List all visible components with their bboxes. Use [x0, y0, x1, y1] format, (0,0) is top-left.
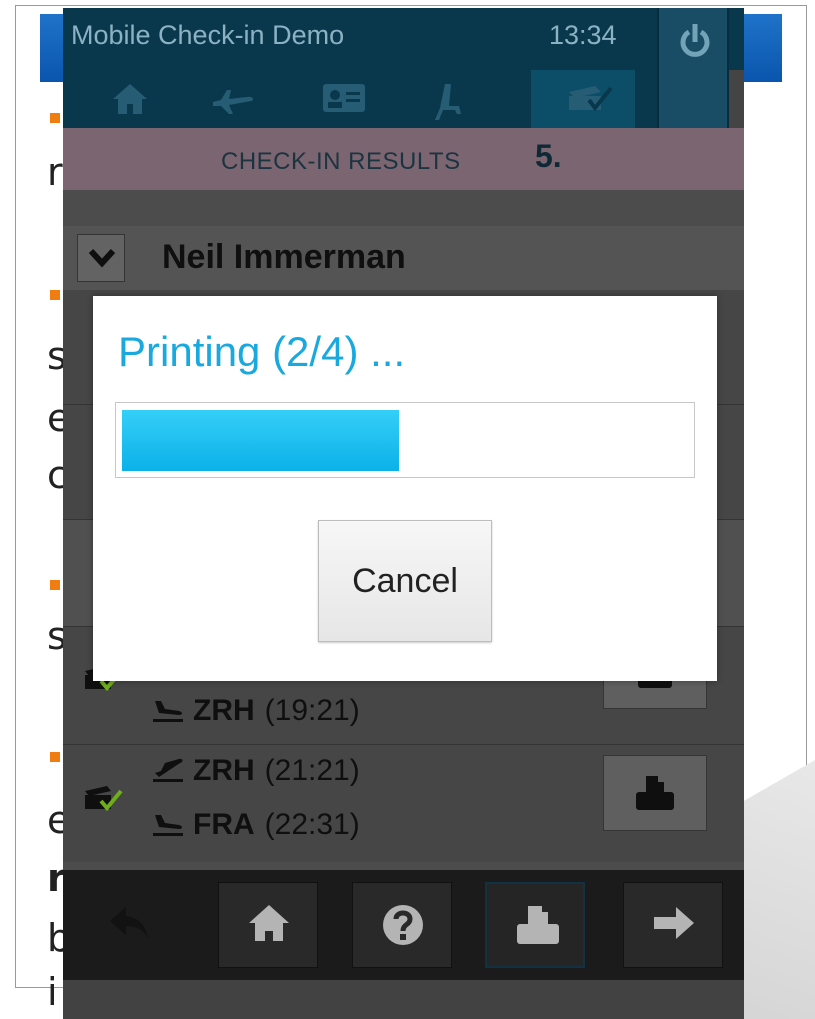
- dialog-title: Printing (2/4) ...: [118, 328, 406, 375]
- departure-line: ZRH (21:21): [151, 754, 360, 788]
- cancel-button[interactable]: Cancel: [318, 520, 492, 642]
- tab-home[interactable]: [77, 70, 177, 128]
- arrival-line: FRA (22:31): [151, 808, 360, 842]
- tab-checkin-results[interactable]: [531, 70, 635, 128]
- collapse-toggle[interactable]: [77, 234, 125, 282]
- back-arrow-icon: [110, 907, 148, 939]
- checkin-done-icon: [569, 86, 613, 112]
- slide-bullet-square: [50, 752, 60, 762]
- chevron-down-icon: [88, 248, 116, 268]
- arrival-airport: FRA: [193, 808, 255, 841]
- departure-plane-icon: [153, 758, 183, 782]
- arrival-time: (22:31): [264, 808, 360, 841]
- arrival-time: (19:21): [264, 694, 360, 727]
- seat-icon: [435, 84, 461, 120]
- departure-time: (21:21): [264, 754, 360, 787]
- tab-seat[interactable]: [397, 70, 497, 128]
- printing-dialog: Printing (2/4) ... Cancel: [93, 296, 717, 681]
- step-title: CHECK-IN RESULTS: [221, 148, 461, 175]
- step-number: 5.: [535, 138, 562, 174]
- slide-text-fragment: r: [47, 150, 63, 194]
- next-button[interactable]: [623, 882, 723, 968]
- slide-bullet-square: [50, 113, 60, 123]
- progress-fill: [122, 410, 399, 471]
- checked-in-icon: [83, 783, 123, 817]
- slide-text-fragment: i: [47, 970, 58, 1014]
- power-button[interactable]: [657, 8, 729, 128]
- help-button[interactable]: [352, 882, 452, 968]
- id-card-icon: [323, 84, 365, 112]
- arrival-airport: ZRH: [193, 694, 255, 727]
- back-button[interactable]: [77, 882, 177, 968]
- print-button[interactable]: [485, 882, 585, 968]
- title-bar: Mobile Check-in Demo 13:34: [63, 8, 744, 70]
- arrival-line: ZRH (19:21): [151, 694, 360, 728]
- forward-arrow-icon: [654, 907, 694, 939]
- slide-bullet-square: [50, 290, 60, 300]
- departure-airport: ZRH: [193, 754, 255, 787]
- arrival-plane-icon: [153, 701, 183, 722]
- print-boarding-pass-button[interactable]: [603, 755, 707, 831]
- clock: 13:34: [549, 20, 617, 50]
- slide-bullet-square: [50, 580, 60, 590]
- arrival-plane-icon: [153, 815, 183, 836]
- home-icon: [113, 84, 147, 114]
- toolbar-shadow: [63, 980, 744, 1019]
- step-tabs: [63, 70, 657, 128]
- bottom-toolbar: [63, 870, 744, 980]
- home-icon: [249, 905, 289, 941]
- print-progress-bar: [115, 402, 695, 478]
- tab-passenger-id[interactable]: [287, 70, 387, 128]
- print-icon: [636, 776, 674, 810]
- screen: r s e c s e r b i Mobile Check-in Demo 1…: [0, 0, 815, 1019]
- power-icon: [680, 24, 710, 57]
- help-icon: [383, 905, 423, 945]
- flight-icon: [213, 90, 254, 114]
- tab-flight[interactable]: [177, 70, 277, 128]
- print-icon: [517, 906, 559, 944]
- passenger-name: Neil Immerman: [162, 238, 406, 276]
- app-title: Mobile Check-in Demo: [71, 20, 345, 50]
- home-button[interactable]: [218, 882, 318, 968]
